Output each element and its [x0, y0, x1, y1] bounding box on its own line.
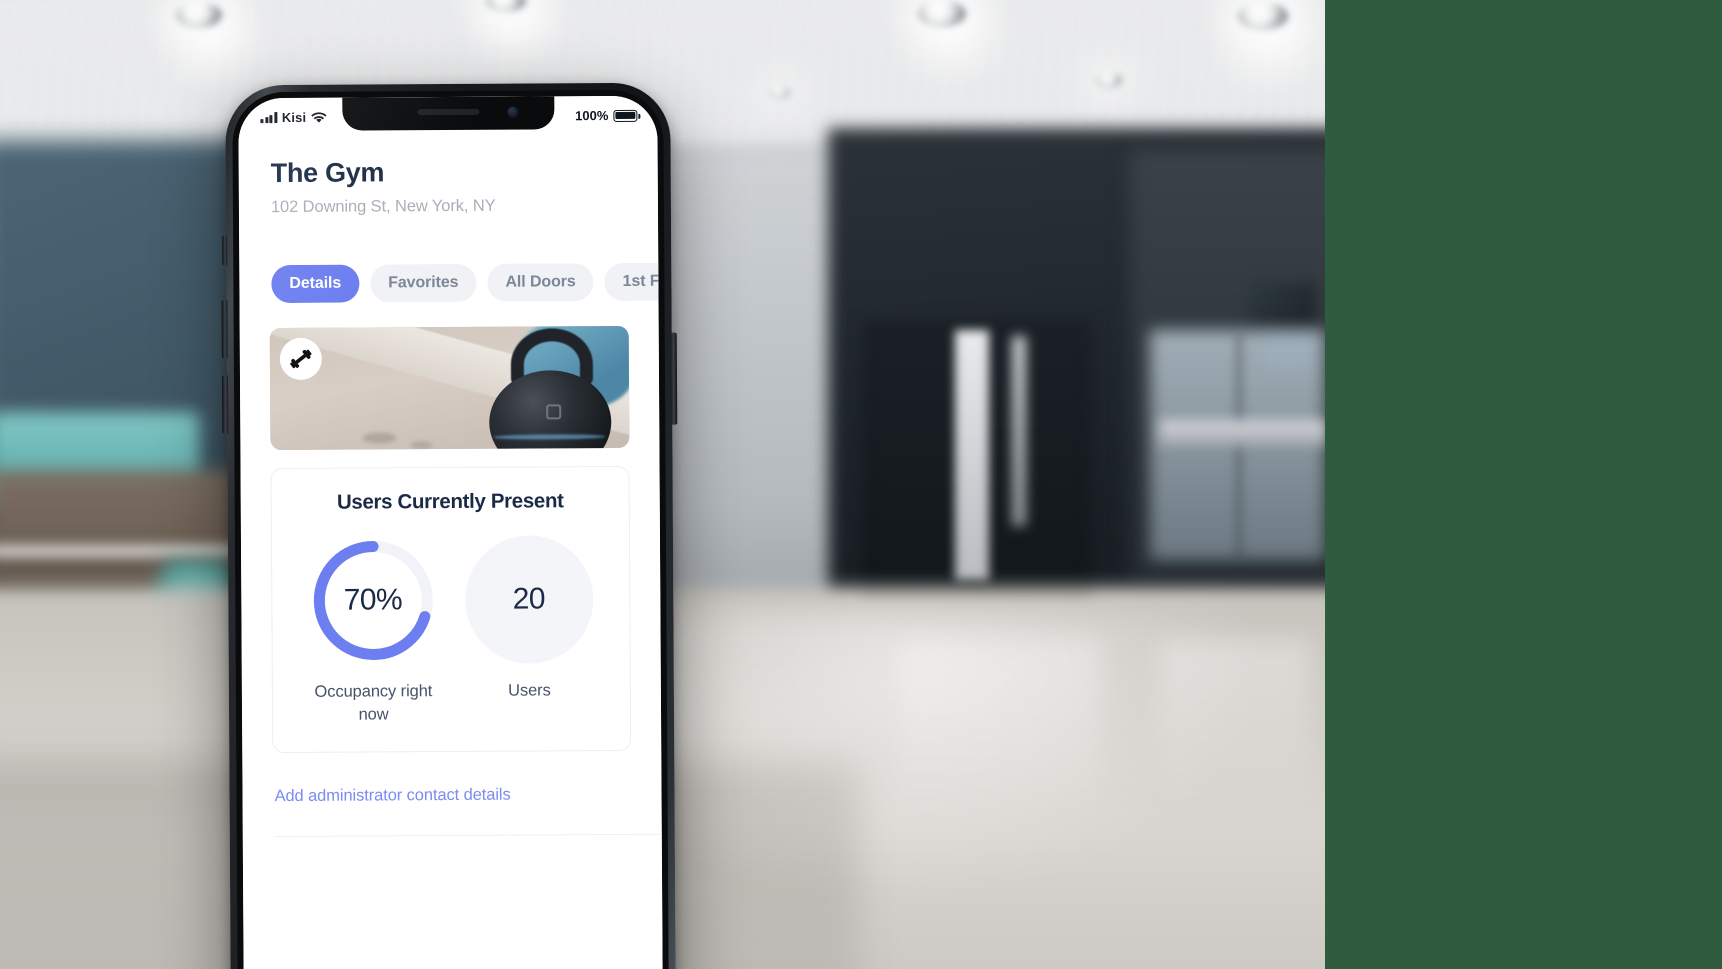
tab-all-doors[interactable]: All Doors — [487, 263, 594, 302]
volume-down-button[interactable] — [221, 375, 229, 434]
front-camera-icon — [506, 106, 518, 118]
right-green-band — [1325, 0, 1722, 969]
occupancy-caption: Occupancy right now — [314, 682, 433, 724]
venue-address: 102 Downing St, New York, NY — [270, 196, 496, 217]
tab-favorites[interactable]: Favorites — [370, 263, 477, 303]
occupancy-value: 70% — [343, 583, 403, 617]
tab-strip[interactable]: Details Favorites All Doors 1st Floor 2n… — [239, 262, 659, 304]
tab-details[interactable]: Details — [271, 264, 360, 304]
cellular-bars-icon — [260, 112, 277, 124]
occupancy-donut-chart: 70% — [308, 536, 437, 665]
venue-header: The Gym 102 Downing St, New York, NY — [238, 129, 658, 218]
dumbbell-icon — [290, 349, 312, 369]
wifi-icon — [311, 111, 327, 123]
power-button[interactable] — [670, 332, 678, 425]
admin-link-row[interactable]: Add administrator contact details — [242, 751, 661, 807]
occupancy-stat: 70% Occupancy right now — [306, 536, 439, 728]
users-count-circle: 20 — [464, 535, 594, 664]
next-section-placeholder — [243, 835, 662, 854]
stat-card-title: Users Currently Present — [336, 489, 564, 514]
page-title: The Gym — [270, 157, 385, 189]
occupancy-stat-card: Users Currently Present 70% Occupancy ri… — [270, 465, 632, 753]
volume-up-button[interactable] — [221, 300, 228, 359]
venue-photo-card[interactable] — [269, 325, 630, 451]
kettlebell-logo — [546, 404, 562, 420]
add-administrator-contact-link[interactable]: Add administrator contact details — [274, 785, 510, 804]
phone-screen: Kisi 100% The Gym 102 Downing St, New Yo… — [238, 95, 663, 969]
users-caption: Users — [508, 681, 551, 700]
earpiece-speaker — [416, 108, 479, 116]
iphone-mockup: Kisi 100% The Gym 102 Downing St, New Yo… — [221, 82, 678, 969]
kisi-app-content: The Gym 102 Downing St, New York, NY Det… — [238, 95, 663, 969]
battery-percent-label: 100% — [575, 108, 609, 124]
users-stat: 20 Users — [462, 535, 595, 703]
battery-full-icon — [613, 109, 638, 122]
silent-switch[interactable] — [222, 235, 228, 266]
tab-1st-floor[interactable]: 1st Floor — [604, 262, 659, 302]
phone-notch — [341, 96, 554, 131]
screenshot-stage: Kisi 100% The Gym 102 Downing St, New Yo… — [0, 0, 1722, 969]
venue-type-badge — [279, 337, 322, 381]
carrier-label: Kisi — [281, 109, 307, 126]
